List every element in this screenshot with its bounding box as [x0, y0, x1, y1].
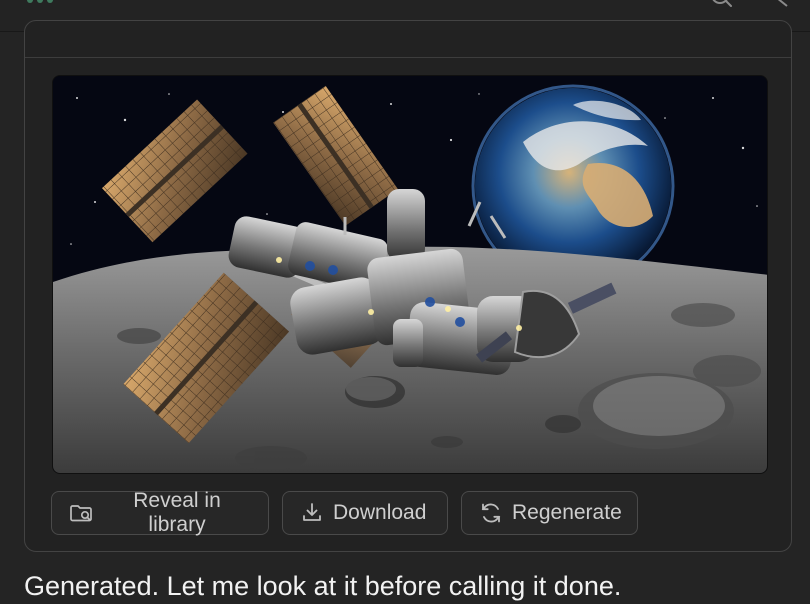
download-icon	[303, 503, 321, 521]
assistant-message: Generated. Let me look at it before call…	[24, 571, 622, 601]
app-menu-dots-icon[interactable]	[27, 0, 53, 3]
regenerate-button[interactable]: Regenerate	[461, 491, 638, 535]
search-icon[interactable]	[706, 0, 734, 8]
reveal-in-library-button[interactable]: Reveal in library	[51, 489, 269, 536]
reveal-label: Reveal in library	[133, 489, 221, 536]
refresh-icon	[481, 503, 501, 523]
regenerate-label: Regenerate	[512, 501, 622, 524]
card-header-clipped-text	[55, 21, 285, 35]
download-label: Download	[333, 501, 427, 524]
generated-image[interactable]	[52, 75, 768, 474]
folder-search-icon	[70, 505, 92, 522]
image-actions: Reveal in library Download Regenerate	[51, 489, 638, 536]
card-header	[25, 21, 791, 58]
generated-image-card: Reveal in library Download Regenerate	[24, 20, 792, 552]
download-button[interactable]: Download	[282, 491, 448, 535]
space-station-over-moon-image	[53, 76, 767, 473]
share-icon[interactable]	[768, 0, 794, 8]
